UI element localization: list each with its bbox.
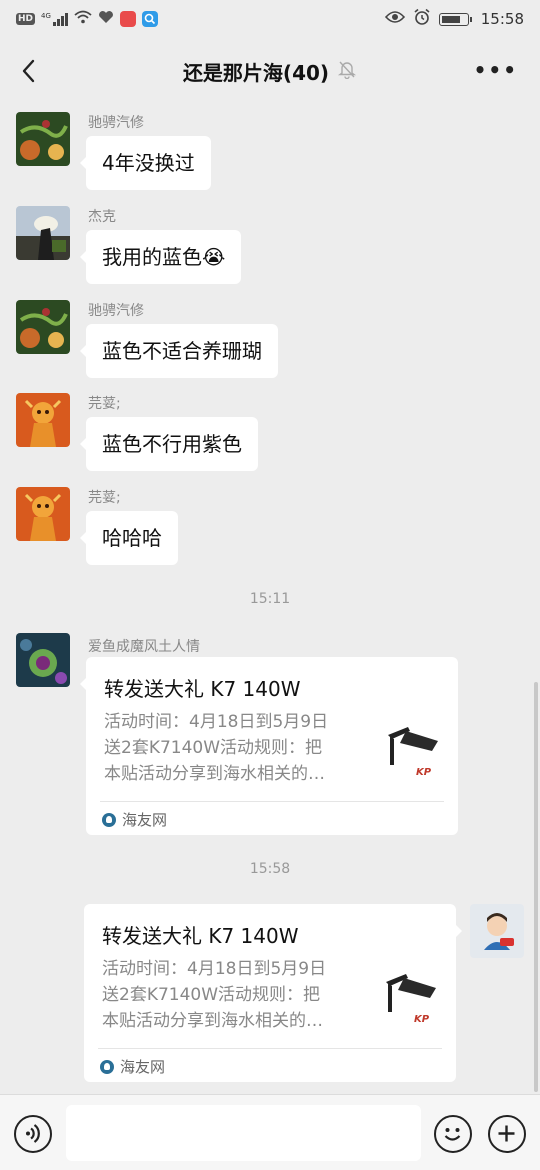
message-bubble[interactable]: 蓝色不适合养珊瑚 xyxy=(80,324,278,378)
app-red-icon xyxy=(119,11,136,27)
message-bubble[interactable]: 蓝色不行用紫色 xyxy=(80,417,258,471)
sender-name: 爱鱼成魔风土人情 xyxy=(88,639,200,655)
chat-title: 还是那片海(40) xyxy=(182,60,330,85)
wifi-icon xyxy=(74,10,92,28)
message-bubble[interactable]: 我用的蓝色😭 xyxy=(79,230,242,284)
card-description: 活动时间：4月18日到5月9日 送2套K7140W活动规则：把 本贴活动分享到海… xyxy=(102,959,327,1031)
bell-off-icon xyxy=(337,59,357,83)
message-input[interactable] xyxy=(66,1105,421,1161)
avatar-orange[interactable] xyxy=(16,487,70,541)
divider xyxy=(98,1048,442,1049)
card-description: 活动时间：4月18日到5月9日 送2套K7140W活动规则：把 本贴活动分享到海… xyxy=(104,712,329,784)
timestamp: 15:58 xyxy=(249,861,291,877)
shared-link-card[interactable]: 转发送大礼 K7 140W 活动时间：4月18日到5月9日 送2套K7140W活… xyxy=(80,657,458,835)
emoji-icon[interactable] xyxy=(434,1115,472,1153)
avatar-fish-tank[interactable] xyxy=(16,112,70,166)
alarm-icon xyxy=(413,8,431,30)
source-logo-icon xyxy=(100,1059,114,1074)
card-source: 海友网 xyxy=(100,1056,165,1077)
heart-icon xyxy=(98,10,114,28)
card-title: 转发送大礼 K7 140W xyxy=(104,677,301,701)
eye-icon xyxy=(384,10,405,28)
app-search-icon xyxy=(141,11,158,27)
status-time: 15:58 xyxy=(480,10,524,28)
sender-name: 驰骋汽修 xyxy=(88,115,144,131)
avatar-coral[interactable] xyxy=(16,633,70,687)
divider xyxy=(100,801,444,802)
status-bar: HD 4G 15:58 xyxy=(0,0,540,38)
scrollbar[interactable] xyxy=(534,682,538,1092)
sender-name: 芫荽; xyxy=(88,490,121,506)
shared-link-card[interactable]: 转发送大礼 K7 140W 活动时间：4月18日到5月9日 送2套K7140W活… xyxy=(84,904,462,1082)
card-title: 转发送大礼 K7 140W xyxy=(102,924,299,948)
back-icon[interactable] xyxy=(16,56,46,86)
signal-icon: 4G xyxy=(41,12,68,26)
message-bubble[interactable]: 4年没换过 xyxy=(80,136,211,190)
avatar-self[interactable] xyxy=(470,904,524,958)
svg-text:KP: KP xyxy=(414,1014,430,1025)
sender-name: 杰克 xyxy=(88,209,116,225)
sender-name: 芫荽; xyxy=(88,396,121,412)
input-bar xyxy=(0,1094,540,1170)
chat-header: 还是那片海(40) ••• xyxy=(0,38,540,104)
card-thumbnail: KP xyxy=(378,964,442,1028)
card-thumbnail: KP xyxy=(380,717,444,781)
message-bubble[interactable]: 哈哈哈 xyxy=(80,511,178,565)
avatar-orange[interactable] xyxy=(16,393,70,447)
source-logo-icon xyxy=(102,812,116,827)
sender-name: 驰骋汽修 xyxy=(88,303,144,319)
timestamp: 15:11 xyxy=(249,591,291,607)
plus-icon[interactable] xyxy=(488,1115,526,1153)
voice-icon[interactable] xyxy=(14,1115,52,1153)
more-icon[interactable]: ••• xyxy=(474,58,518,82)
avatar-fish-tank[interactable] xyxy=(16,300,70,354)
card-source: 海友网 xyxy=(102,809,167,830)
avatar-outdoor[interactable] xyxy=(16,206,70,260)
svg-text:KP: KP xyxy=(416,767,432,778)
battery-icon xyxy=(438,12,472,26)
hd-icon: HD xyxy=(16,13,36,25)
